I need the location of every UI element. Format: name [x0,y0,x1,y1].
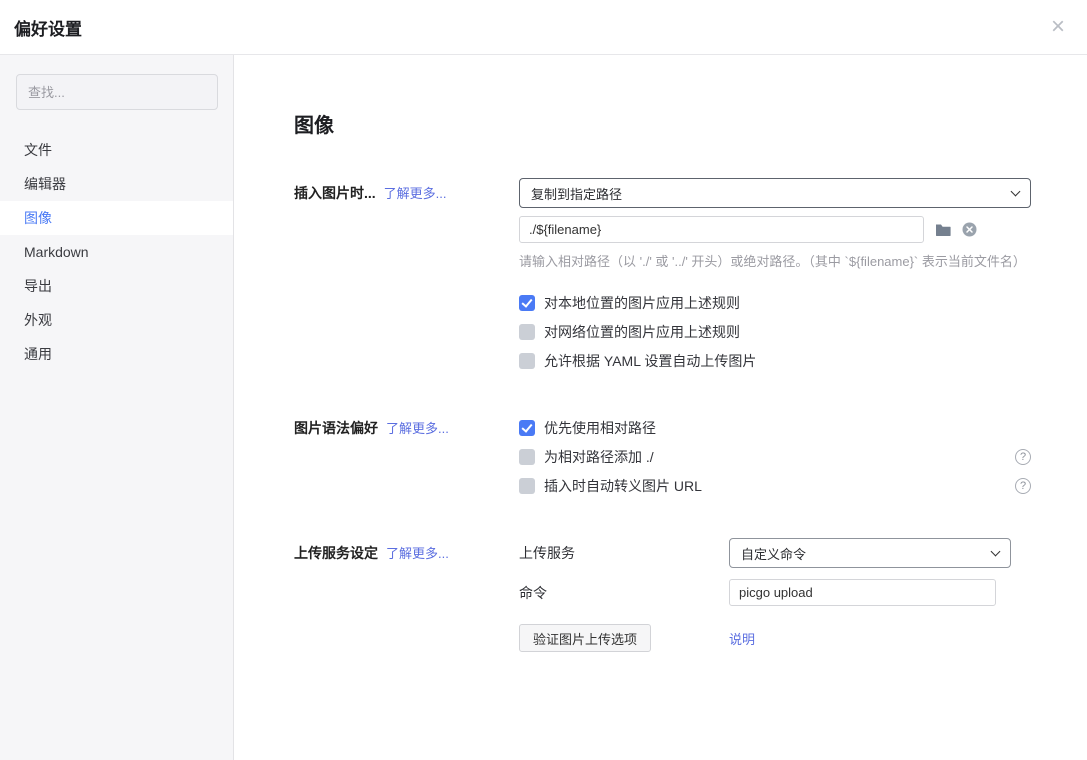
folder-icon[interactable] [935,223,951,237]
learn-more-link[interactable]: 了解更多... [386,546,449,561]
sidebar-item-file[interactable]: 文件 [0,133,233,167]
sidebar-item-label: 通用 [24,344,52,364]
upload-service-label: 上传服务 [519,543,729,563]
main-content: 图像 插入图片时... 了解更多... 复制到指定路径 [234,55,1087,760]
learn-more-link[interactable]: 了解更多... [384,186,447,201]
checkbox[interactable] [519,478,535,494]
upload-help-link[interactable]: 说明 [729,629,755,648]
section-insert-image: 插入图片时...了解更多... 复制到指定路径 请输入相对路径（以 './' [294,178,1031,375]
sidebar-item-label: 图像 [24,208,52,228]
sidebar-item-appearance[interactable]: 外观 [0,303,233,337]
sidebar-item-label: 文件 [24,140,52,160]
sidebar-menu: 文件 编辑器 图像 Markdown 导出 外观 通用 [0,133,233,371]
learn-more-link[interactable]: 了解更多... [386,421,449,436]
help-icon[interactable] [1015,449,1031,465]
close-icon[interactable]: × [1051,15,1065,39]
help-icon[interactable] [1015,478,1031,494]
section-upload-service: 上传服务设定了解更多... 上传服务 自定义命令 命令 验证图片上传选项 [294,538,1031,652]
checkbox-label: 为相对路径添加 ./ [544,447,654,467]
sidebar-item-label: 外观 [24,310,52,330]
checkbox-label: 插入时自动转义图片 URL [544,476,702,496]
sidebar-item-export[interactable]: 导出 [0,269,233,303]
command-label: 命令 [519,583,729,603]
checkbox-row-escape-url[interactable]: 插入时自动转义图片 URL [519,471,1031,500]
checkbox-label: 优先使用相对路径 [544,418,656,438]
sidebar-item-general[interactable]: 通用 [0,337,233,371]
checkbox-row-yaml-upload[interactable]: 允许根据 YAML 设置自动上传图片 [519,346,1031,375]
chevron-down-icon [991,547,1001,557]
checkbox[interactable] [519,420,535,436]
section-label: 上传服务设定 [294,545,378,561]
section-label: 插入图片时... [294,185,376,201]
sidebar-item-label: Markdown [24,244,89,260]
chevron-down-icon [1011,187,1021,197]
checkbox[interactable] [519,324,535,340]
checkbox-row-add-dot-slash[interactable]: 为相对路径添加 ./ [519,442,1031,471]
sidebar-item-markdown[interactable]: Markdown [0,235,233,269]
select-value: 自定义命令 [741,544,806,563]
insert-action-select[interactable]: 复制到指定路径 [519,178,1031,208]
sidebar: 文件 编辑器 图像 Markdown 导出 外观 通用 [0,55,234,760]
command-input[interactable] [729,579,996,606]
checkbox-row-network-images[interactable]: 对网络位置的图片应用上述规则 [519,317,1031,346]
search-input[interactable] [16,74,218,110]
checkbox-label: 对本地位置的图片应用上述规则 [544,293,740,313]
sidebar-item-label: 导出 [24,276,52,296]
checkbox[interactable] [519,353,535,369]
section-image-syntax: 图片语法偏好了解更多... 优先使用相对路径 为相对路径添加 ./ 插入时自动转… [294,413,1031,500]
clear-icon[interactable] [962,222,977,237]
sidebar-item-editor[interactable]: 编辑器 [0,167,233,201]
page-title: 图像 [294,109,1031,138]
window-title: 偏好设置 [14,15,82,40]
titlebar: 偏好设置 × [0,0,1087,55]
path-hint-text: 请输入相对路径（以 './' 或 '../' 开头）或绝对路径。（其中 `${f… [519,251,1031,270]
checkbox-row-relative-path[interactable]: 优先使用相对路径 [519,413,1031,442]
section-label: 图片语法偏好 [294,420,378,436]
sidebar-item-label: 编辑器 [24,174,66,194]
checkbox[interactable] [519,295,535,311]
checkbox-row-local-images[interactable]: 对本地位置的图片应用上述规则 [519,288,1031,317]
upload-service-select[interactable]: 自定义命令 [729,538,1011,568]
validate-upload-button[interactable]: 验证图片上传选项 [519,624,651,652]
checkbox[interactable] [519,449,535,465]
checkbox-label: 允许根据 YAML 设置自动上传图片 [544,351,756,371]
sidebar-item-image[interactable]: 图像 [0,201,233,235]
path-input[interactable] [519,216,924,243]
checkbox-label: 对网络位置的图片应用上述规则 [544,322,740,342]
select-value: 复制到指定路径 [531,184,622,203]
